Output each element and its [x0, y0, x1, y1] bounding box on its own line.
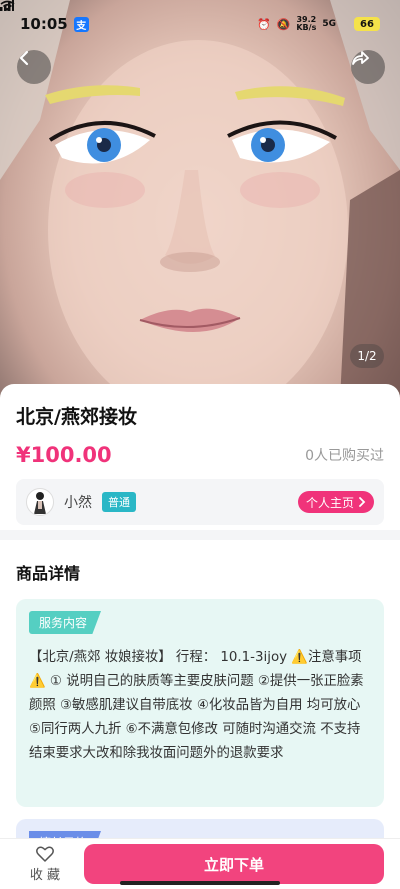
net-speed: 39.2 KB/s	[296, 15, 317, 32]
alarm-icon: ⏰	[256, 17, 271, 31]
image-pager: 1/2	[350, 344, 384, 368]
home-indicator	[120, 881, 280, 885]
seller-card[interactable]: 小然 普通 个人主页	[16, 479, 384, 525]
chevron-right-icon	[359, 497, 366, 507]
avatar-figure-icon	[34, 492, 46, 514]
product-info-card: 北京/燕郊接妆 ¥100.00 0人已购买过 小然 普通 个人主页	[0, 384, 400, 530]
battery-indicator: 66	[354, 17, 380, 31]
avatar[interactable]	[26, 488, 54, 516]
section-divider	[0, 530, 400, 540]
product-details: 商品详情 服务内容 【北京/燕郊 妆娘接妆】 行程： 10.1-3ijoy ⚠️…	[0, 540, 400, 859]
service-content-box: 服务内容 【北京/燕郊 妆娘接妆】 行程： 10.1-3ijoy ⚠️注意事项⚠…	[16, 599, 384, 807]
portrait-photo	[0, 0, 400, 400]
details-title: 商品详情	[16, 564, 81, 583]
favorite-label: 收 藏	[29, 867, 61, 883]
product-title: 北京/燕郊接妆	[16, 406, 137, 428]
seller-home-button[interactable]: 个人主页	[297, 491, 374, 513]
favorite-button[interactable]: 收 藏	[24, 845, 66, 883]
share-button[interactable]	[351, 50, 385, 84]
heart-icon	[36, 845, 54, 862]
sold-count: 0人已购买过	[305, 448, 384, 464]
product-price: ¥100.00	[16, 443, 112, 467]
network-label: 5G	[322, 19, 336, 29]
status-bar: 10:05 支 ⏰ 🔕 39.2 KB/s 5G 66	[0, 0, 400, 48]
product-image[interactable]: 10:05 支 ⏰ 🔕 39.2 KB/s 5G 66 1/2	[0, 0, 400, 400]
mute-icon: 🔕	[276, 17, 291, 31]
alipay-icon: 支	[73, 16, 89, 32]
chevron-left-icon	[19, 50, 29, 66]
back-button[interactable]	[17, 50, 51, 84]
share-icon	[352, 51, 369, 65]
seller-name[interactable]: 小然	[64, 492, 92, 512]
service-content-tag: 服务内容	[29, 611, 102, 634]
seller-home-label: 个人主页	[305, 495, 354, 510]
buy-now-button[interactable]: 立即下单	[84, 844, 384, 884]
service-description: 【北京/燕郊 妆娘接妆】 行程： 10.1-3ijoy ⚠️注意事项⚠️ ① 说…	[29, 650, 364, 761]
seller-level-badge: 普通	[102, 492, 136, 512]
status-time: 10:05	[20, 15, 68, 33]
